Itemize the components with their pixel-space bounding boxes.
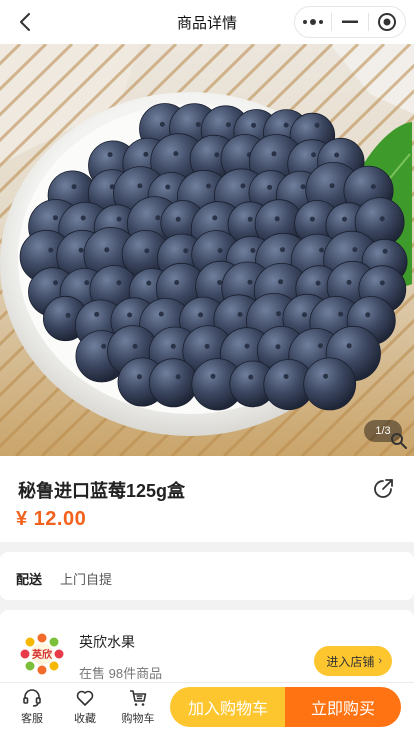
cart-button[interactable]: 购物车	[116, 688, 160, 726]
navigation-bar: 商品详情	[0, 0, 414, 44]
enter-shop-label: 进入店铺	[326, 654, 375, 669]
svg-text:英欣: 英欣	[31, 648, 53, 661]
favorite-label: 收藏	[74, 713, 96, 725]
shop-product-count: 在售 98件商品	[79, 666, 163, 681]
chevron-right-icon: ›	[378, 655, 382, 667]
product-price: ¥ 12.00	[16, 508, 87, 530]
close-program-button[interactable]	[369, 7, 405, 37]
headset-icon	[23, 689, 41, 707]
minimize-button[interactable]	[332, 7, 368, 37]
customer-service-label: 客服	[21, 713, 43, 725]
favorite-button[interactable]: 收藏	[63, 688, 107, 726]
delivery-row: 配送 上门自提	[0, 552, 414, 600]
bottom-action-bar: 客服 收藏 购物车 加入购物车 立即购买	[0, 682, 414, 736]
magnifier-icon[interactable]	[390, 432, 408, 450]
shop-logo: 英欣	[20, 633, 64, 675]
delivery-value: 上门自提	[60, 572, 113, 587]
product-info: 秘鲁进口蓝莓125g盒 ¥ 12.00	[0, 456, 414, 542]
heart-icon	[76, 690, 94, 706]
shop-card: 英欣 英欣水果 在售 98件商品 进入店铺 ›	[0, 610, 414, 690]
share-icon[interactable]	[372, 476, 396, 500]
delivery-label: 配送	[16, 572, 43, 587]
mini-program-capsule	[294, 6, 406, 38]
add-to-cart-button[interactable]: 加入购物车	[170, 687, 286, 727]
blueberry-photo	[0, 44, 414, 456]
buy-now-button[interactable]: 立即购买	[285, 687, 401, 727]
target-circle-icon	[378, 13, 396, 31]
shop-name: 英欣水果	[79, 634, 135, 650]
minus-icon	[342, 20, 358, 23]
more-dots-icon	[303, 19, 323, 25]
more-button[interactable]	[295, 7, 331, 37]
cart-label: 购物车	[121, 713, 155, 725]
customer-service-button[interactable]: 客服	[10, 688, 54, 726]
enter-shop-button[interactable]: 进入店铺 ›	[314, 646, 392, 676]
cart-icon	[130, 690, 147, 706]
product-image-gallery[interactable]: 1/3	[0, 44, 414, 456]
product-name: 秘鲁进口蓝莓125g盒	[18, 481, 186, 501]
